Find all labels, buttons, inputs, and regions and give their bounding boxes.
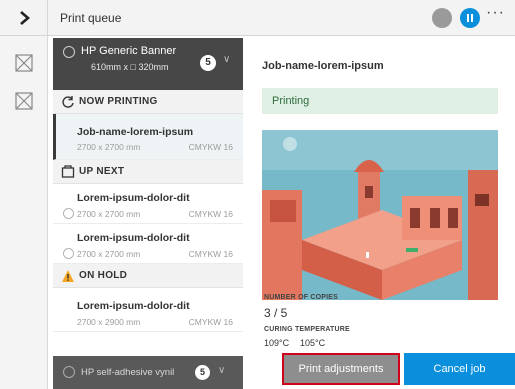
job-preview-image: [262, 130, 498, 300]
job-dimensions: 2700 x 2700 mm: [77, 142, 141, 152]
clock-icon: [63, 208, 74, 219]
media-off-icon[interactable]: [15, 54, 33, 72]
job-details-panel: Job-name-lorem-ipsum Printing NUMBER OF …: [252, 44, 515, 389]
clock-icon: [63, 248, 74, 259]
pause-icon[interactable]: [460, 8, 480, 28]
media-roll-icon: [63, 366, 75, 378]
top-bar: Print queue ···: [0, 0, 515, 36]
media-count-badge: 5: [195, 365, 210, 380]
chevron-down-icon[interactable]: ∨: [223, 54, 230, 65]
curing-label: CURING TEMPERATURE: [264, 326, 350, 333]
media-off-icon[interactable]: [15, 92, 33, 110]
copies-value: 3 / 5: [264, 306, 288, 320]
page-title: Print queue: [60, 11, 122, 25]
list-item[interactable]: Lorem-ipsum-dolor-dit 2700 x 2900 mm CMY…: [53, 288, 243, 332]
refresh-icon: [62, 96, 74, 108]
status-banner: Printing: [262, 88, 498, 114]
status-text: Printing: [272, 95, 310, 107]
list-item[interactable]: Lorem-ipsum-dolor-dit 2700 x 2700 mm CMY…: [53, 224, 243, 264]
job-name: Lorem-ipsum-dolor-dit: [77, 192, 190, 204]
print-adjustments-button[interactable]: Print adjustments: [282, 353, 400, 385]
job-dimensions: 2700 x 2700 mm: [77, 209, 141, 219]
job-name: Lorem-ipsum-dolor-dit: [77, 300, 190, 312]
warning-icon: [62, 270, 74, 282]
media-roll-icon: [63, 46, 75, 58]
queue-icon: [61, 165, 75, 178]
job-name: Job-name-lorem-ipsum: [77, 126, 194, 138]
section-on-hold: ON HOLD: [53, 264, 243, 288]
media-header[interactable]: HP Generic Banner 610mm x □ 320mm 5 ∨: [53, 38, 243, 90]
section-label: UP NEXT: [79, 166, 125, 177]
globe-icon[interactable]: [432, 8, 452, 28]
left-rail: [0, 36, 48, 389]
copies-label: NUMBER OF COPIES: [264, 294, 338, 301]
media-name: HP self-adhesive vynil: [81, 367, 175, 378]
chevron-down-icon[interactable]: ∨: [218, 365, 225, 376]
cancel-job-button[interactable]: Cancel job: [404, 353, 515, 385]
curing-temp-2: 105°C: [300, 338, 326, 348]
list-item[interactable]: Lorem-ipsum-dolor-dit 2700 x 2700 mm CMY…: [53, 184, 243, 224]
job-color-mode: CMYKW 16: [188, 209, 233, 219]
media-header[interactable]: HP self-adhesive vynil 5 ∨: [53, 356, 243, 389]
section-label: ON HOLD: [79, 270, 128, 281]
job-dimensions: 2700 x 2900 mm: [77, 317, 141, 327]
media-size: 610mm x □ 320mm: [91, 62, 169, 72]
more-icon[interactable]: ···: [486, 4, 505, 22]
job-color-mode: CMYKW 16: [188, 142, 233, 152]
list-item[interactable]: Job-name-lorem-ipsum 2700 x 2700 mm CMYK…: [53, 114, 243, 160]
queue-list: HP Generic Banner 610mm x □ 320mm 5 ∨ NO…: [53, 38, 243, 389]
media-name: HP Generic Banner: [81, 45, 177, 57]
job-title: Job-name-lorem-ipsum: [262, 60, 384, 72]
chevron-right-icon: [19, 11, 30, 25]
job-dimensions: 2700 x 2700 mm: [77, 249, 141, 259]
curing-temp-1: 109°C: [264, 338, 290, 348]
media-count-badge: 5: [200, 55, 216, 71]
section-label: NOW PRINTING: [79, 96, 158, 107]
job-color-mode: CMYKW 16: [188, 249, 233, 259]
section-up-next: UP NEXT: [53, 160, 243, 184]
back-button[interactable]: [0, 0, 48, 36]
section-now-printing: NOW PRINTING: [53, 90, 243, 114]
job-name: Lorem-ipsum-dolor-dit: [77, 232, 190, 244]
job-color-mode: CMYKW 16: [188, 317, 233, 327]
